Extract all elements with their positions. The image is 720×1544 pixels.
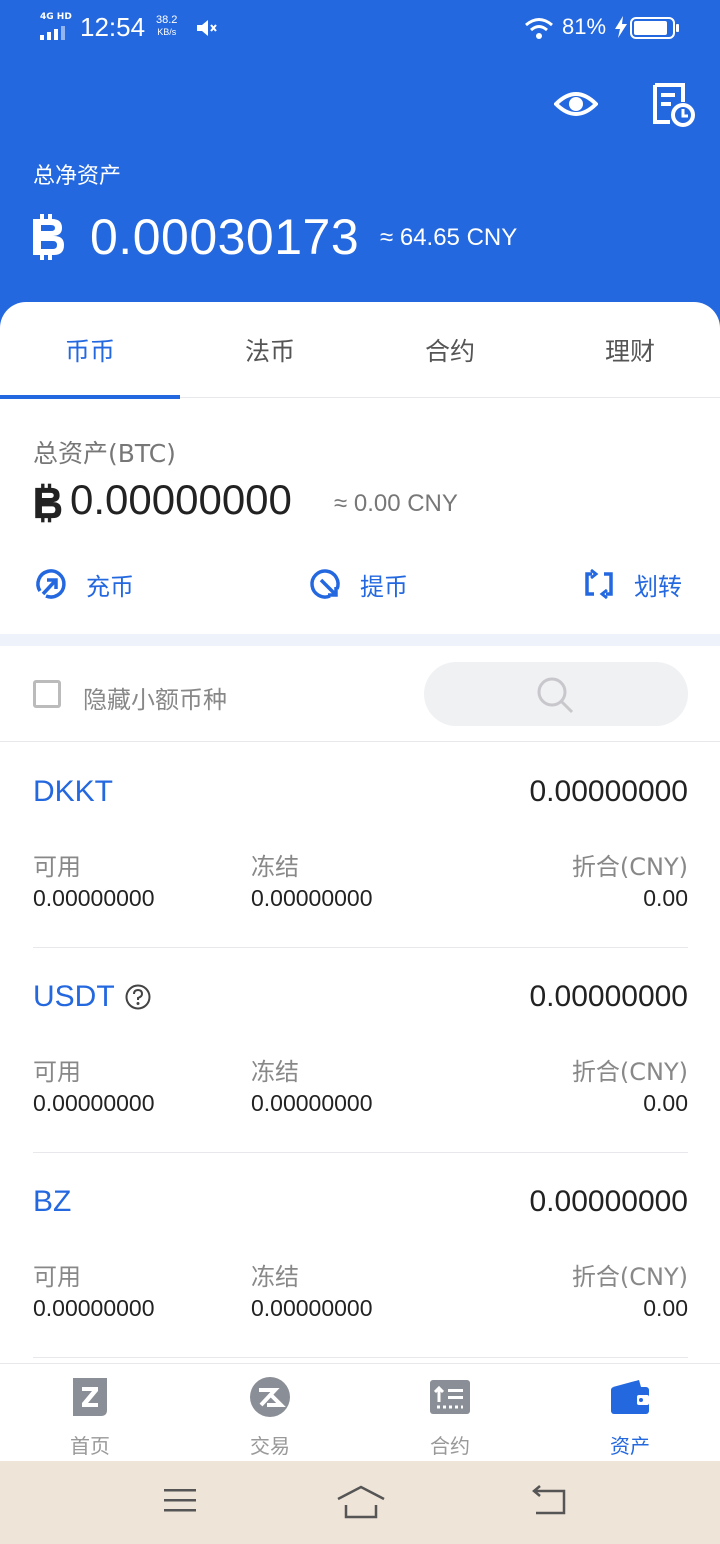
frozen-label: 冻结 — [251, 1263, 299, 1291]
back-icon[interactable] — [530, 1485, 568, 1517]
bottom-nav: 首页 交易 合约 资产 — [0, 1363, 720, 1461]
coin-row-dkkt[interactable]: DKKT 0.00000000 可用 冻结 折合(CNY) 0.00000000… — [33, 743, 688, 948]
coin-row-bz[interactable]: BZ 0.00000000 可用 冻结 折合(CNY) 0.00000000 0… — [33, 1153, 688, 1358]
wifi-icon — [525, 18, 553, 39]
tab-spot[interactable]: 币币 — [0, 302, 180, 399]
coin-symbol: BZ — [33, 1185, 72, 1218]
home-nav-icon[interactable] — [336, 1485, 386, 1521]
nav-contract-label: 合约 — [430, 1434, 470, 1458]
available-value: 0.00000000 — [33, 1295, 155, 1321]
clock: 12:54 — [80, 12, 146, 42]
frozen-label: 冻结 — [251, 1058, 299, 1086]
eye-icon[interactable] — [554, 82, 598, 126]
coin-symbol: USDT — [33, 980, 115, 1013]
total-assets-cny: ≈ 0.00 CNY — [334, 490, 458, 517]
status-bar: 4G HD 12:54 38.2 KB/s 81% — [0, 0, 720, 58]
deposit-icon — [36, 569, 66, 599]
tab-finance[interactable]: 理财 — [540, 302, 720, 398]
cny-value-label: 折合(CNY) — [571, 1263, 688, 1291]
record-icon[interactable] — [650, 82, 696, 128]
cny-value: 0.00 — [643, 885, 688, 911]
coin-total: 0.00000000 — [529, 980, 689, 1013]
header: 4G HD 12:54 38.2 KB/s 81% 总净资产 0.0003017… — [0, 0, 720, 330]
search-input[interactable] — [424, 662, 688, 726]
coin-name: BZ — [33, 1185, 71, 1219]
trade-icon — [250, 1377, 290, 1417]
speed-unit: KB/s — [157, 27, 177, 37]
available-label: 可用 — [33, 1263, 81, 1291]
net-assets-cny: ≈ 64.65 CNY — [380, 224, 518, 251]
account-tabs: 币币 法币 合约 理财 — [0, 302, 720, 399]
cell-signal-icon: 4G HD — [38, 12, 72, 40]
withdraw-label: 提币 — [360, 572, 408, 601]
battery-icon — [630, 17, 679, 39]
contract-icon — [430, 1380, 470, 1414]
bitcoin-icon — [33, 214, 64, 260]
cny-value: 0.00 — [643, 1295, 688, 1321]
hide-small-checkbox[interactable] — [33, 680, 61, 708]
cny-value-label: 折合(CNY) — [571, 1058, 688, 1086]
section-divider — [0, 634, 720, 646]
nav-trade-label: 交易 — [250, 1434, 290, 1458]
mute-icon — [197, 20, 217, 36]
net-assets-label: 总净资产 — [33, 164, 122, 189]
deposit-label: 充币 — [86, 572, 134, 601]
total-assets-label: 总资产(BTC) — [33, 439, 176, 468]
nav-assets-label: 资产 — [610, 1434, 650, 1458]
coin-row-usdt[interactable]: USDT 0.00000000 可用 冻结 折合(CNY) 0.00000000… — [33, 948, 688, 1153]
cny-value-label: 折合(CNY) — [571, 853, 688, 881]
nav-home-label: 首页 — [70, 1434, 110, 1458]
frozen-label: 冻结 — [251, 853, 299, 881]
tab-fiat[interactable]: 法币 — [180, 302, 360, 398]
bitcoin-icon — [35, 483, 62, 523]
available-value: 0.00000000 — [33, 1090, 155, 1116]
transfer-icon — [585, 568, 613, 600]
filter-row: 隐藏小额币种 — [0, 646, 720, 742]
hide-small-label[interactable]: 隐藏小额币种 — [83, 680, 227, 715]
home-icon — [73, 1378, 107, 1416]
coin-name: DKKT — [33, 775, 113, 809]
nav-home[interactable]: 首页 — [0, 1364, 180, 1462]
frozen-value: 0.00000000 — [251, 1090, 373, 1116]
available-label: 可用 — [33, 1058, 81, 1086]
withdraw-button[interactable]: 提币 — [308, 564, 408, 604]
transfer-label: 划转 — [634, 572, 682, 601]
available-value: 0.00000000 — [33, 885, 155, 911]
battery-percent: 81% — [562, 14, 607, 39]
net-assets-btc: 0.00030173 — [90, 209, 360, 265]
search-field[interactable] — [424, 662, 688, 726]
menu-icon[interactable] — [162, 1485, 198, 1517]
frozen-value: 0.00000000 — [251, 885, 373, 911]
frozen-value: 0.00000000 — [251, 1295, 373, 1321]
coin-name: USDT — [33, 980, 151, 1014]
assets-card: 币币 法币 合约 理财 总资产(BTC) 0.00000000 ≈ 0.00 C… — [0, 302, 720, 1462]
help-icon[interactable] — [125, 984, 151, 1010]
withdraw-icon — [310, 569, 340, 599]
charging-icon — [615, 16, 627, 38]
deposit-button[interactable]: 充币 — [34, 564, 134, 604]
nav-trade[interactable]: 交易 — [180, 1364, 360, 1462]
system-nav-bar — [0, 1461, 720, 1544]
nav-assets[interactable]: 资产 — [540, 1364, 720, 1462]
transfer-button[interactable]: 划转 — [582, 564, 682, 604]
wallet-icon — [611, 1380, 649, 1414]
tab-contract[interactable]: 合约 — [360, 302, 540, 398]
nav-contract[interactable]: 合约 — [360, 1364, 540, 1462]
network-speed: 38.2 KB/s — [156, 14, 177, 38]
coin-total: 0.00000000 — [529, 775, 689, 808]
cny-value: 0.00 — [643, 1090, 688, 1116]
available-label: 可用 — [33, 853, 81, 881]
total-assets-btc: 0.00000000 — [70, 476, 292, 523]
network-type: 4G HD — [40, 12, 72, 22]
coin-symbol: DKKT — [33, 775, 114, 808]
coin-total: 0.00000000 — [529, 1185, 689, 1218]
speed-value: 38.2 — [156, 14, 178, 26]
